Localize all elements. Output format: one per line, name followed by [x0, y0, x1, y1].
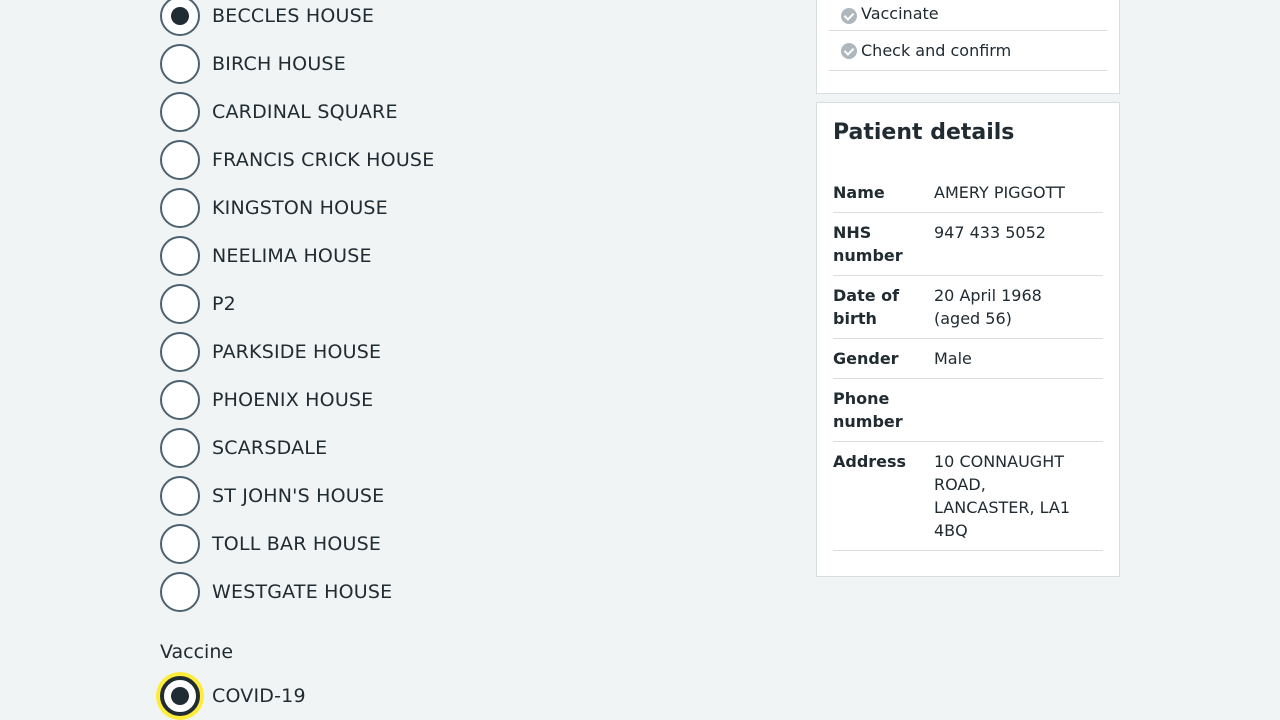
radio-label: CARDINAL SQUARE: [212, 101, 398, 123]
detail-row-gender: Gender Male: [833, 339, 1103, 379]
location-option-p2[interactable]: P2: [160, 284, 760, 324]
radio-label: P2: [212, 293, 236, 315]
detail-value: 10 CONNAUGHT ROAD, LANCASTER, LA1 4BQ: [934, 452, 1071, 540]
patient-details-panel: Patient details Name AMERY PIGGOTT NHS n…: [816, 102, 1120, 577]
page: BECCLES HOUSE BIRCH HOUSE CARDINAL SQUAR…: [0, 0, 1280, 720]
task-item-check-and-confirm[interactable]: Check and confirm: [829, 31, 1107, 71]
radio-button[interactable]: [160, 332, 200, 372]
patient-details-title: Patient details: [833, 120, 1015, 145]
radio-button[interactable]: [160, 92, 200, 132]
radio-button[interactable]: [160, 140, 200, 180]
location-option-francis-crick-house[interactable]: FRANCIS CRICK HOUSE: [160, 140, 760, 180]
radio-button[interactable]: [160, 188, 200, 228]
radio-label: WESTGATE HOUSE: [212, 581, 393, 603]
radio-label: ST JOHN'S HOUSE: [212, 485, 385, 507]
location-option-birch-house[interactable]: BIRCH HOUSE: [160, 44, 760, 84]
radio-label: SCARSDALE: [212, 437, 328, 459]
location-option-neelima-house[interactable]: NEELIMA HOUSE: [160, 236, 760, 276]
radio-button[interactable]: [160, 476, 200, 516]
location-radio-group: BECCLES HOUSE BIRCH HOUSE CARDINAL SQUAR…: [160, 0, 760, 620]
location-option-parkside-house[interactable]: PARKSIDE HOUSE: [160, 332, 760, 372]
task-list-panel: Vaccinate Check and confirm: [816, 0, 1120, 94]
radio-label: COVID-19: [212, 685, 306, 707]
radio-button[interactable]: [160, 380, 200, 420]
radio-label: NEELIMA HOUSE: [212, 245, 372, 267]
detail-key: Date of birth: [833, 286, 900, 328]
location-option-beccles-house[interactable]: BECCLES HOUSE: [160, 0, 760, 36]
vaccine-option-covid-19[interactable]: COVID-19: [160, 676, 306, 716]
detail-key: Address: [833, 452, 907, 471]
radio-button[interactable]: [160, 236, 200, 276]
location-option-st-johns-house[interactable]: ST JOHN'S HOUSE: [160, 476, 760, 516]
radio-button[interactable]: [160, 676, 200, 716]
detail-row-date-of-birth: Date of birth 20 April 1968 (aged 56): [833, 276, 1103, 339]
radio-button[interactable]: [160, 428, 200, 468]
detail-value: 20 April 1968 (aged 56): [934, 286, 1042, 328]
location-option-cardinal-square[interactable]: CARDINAL SQUARE: [160, 92, 760, 132]
detail-value: Male: [934, 349, 972, 368]
detail-row-phone-number: Phone number: [833, 379, 1103, 442]
radio-label: PARKSIDE HOUSE: [212, 341, 382, 363]
patient-details-list: Name AMERY PIGGOTT NHS number 947 433 50…: [833, 173, 1103, 551]
radio-button[interactable]: [160, 0, 200, 36]
task-label: Check and confirm: [861, 40, 1012, 60]
radio-label: TOLL BAR HOUSE: [212, 533, 382, 555]
radio-button[interactable]: [160, 284, 200, 324]
location-option-toll-bar-house[interactable]: TOLL BAR HOUSE: [160, 524, 760, 564]
detail-value: [934, 387, 1074, 433]
radio-label: KINGSTON HOUSE: [212, 197, 388, 219]
vaccine-legend: Vaccine: [160, 641, 234, 663]
detail-key: Gender: [833, 349, 899, 368]
radio-button[interactable]: [160, 524, 200, 564]
detail-value: 947 433 5052: [934, 223, 1046, 242]
radio-label: FRANCIS CRICK HOUSE: [212, 149, 435, 171]
location-option-westgate-house[interactable]: WESTGATE HOUSE: [160, 572, 760, 612]
radio-label: BIRCH HOUSE: [212, 53, 346, 75]
radio-button[interactable]: [160, 44, 200, 84]
task-label: Vaccinate: [861, 4, 939, 23]
check-circle-icon: [841, 42, 857, 59]
detail-key: Name: [833, 183, 885, 202]
radio-label: BECCLES HOUSE: [212, 5, 375, 27]
radio-button[interactable]: [160, 572, 200, 612]
detail-key: NHS number: [833, 223, 903, 265]
location-option-phoenix-house[interactable]: PHOENIX HOUSE: [160, 380, 760, 420]
detail-row-name: Name AMERY PIGGOTT: [833, 173, 1103, 213]
detail-row-address: Address 10 CONNAUGHT ROAD, LANCASTER, LA…: [833, 442, 1103, 551]
vaccine-radio-group: COVID-19: [160, 676, 306, 720]
detail-value: AMERY PIGGOTT: [934, 183, 1065, 202]
radio-label: PHOENIX HOUSE: [212, 389, 374, 411]
task-item-vaccinate[interactable]: Vaccinate: [829, 0, 1107, 31]
location-option-scarsdale[interactable]: SCARSDALE: [160, 428, 760, 468]
check-circle-icon: [841, 8, 857, 24]
location-option-kingston-house[interactable]: KINGSTON HOUSE: [160, 188, 760, 228]
detail-key: Phone number: [833, 389, 903, 431]
detail-row-nhs-number: NHS number 947 433 5052: [833, 213, 1103, 276]
